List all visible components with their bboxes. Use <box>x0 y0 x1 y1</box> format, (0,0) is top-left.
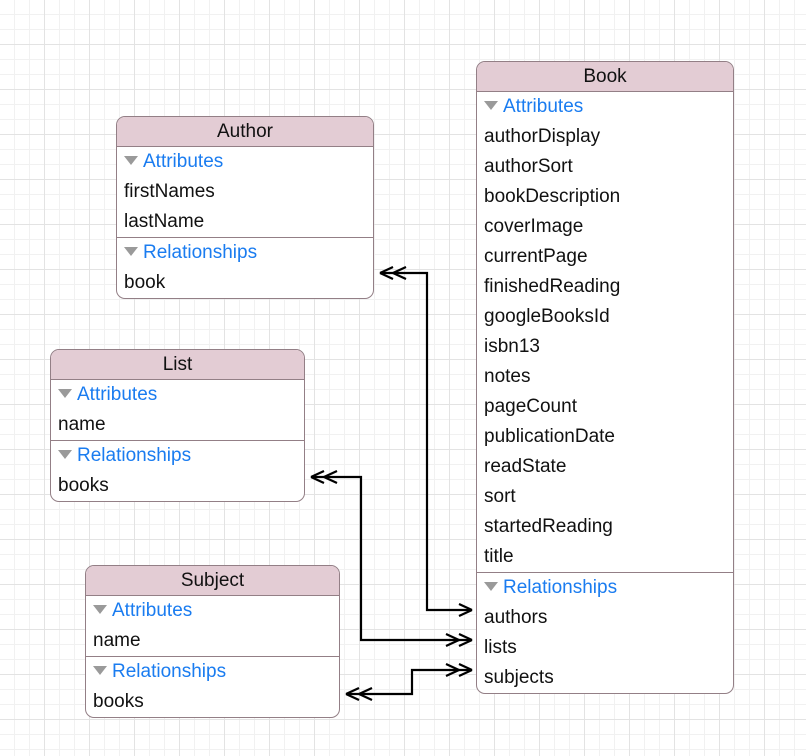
entity-list-section-relationships: Relationships books <box>51 440 304 501</box>
section-header-attributes[interactable]: Attributes <box>51 380 304 410</box>
field-row[interactable]: startedReading <box>477 512 733 542</box>
section-label: Attributes <box>503 96 584 117</box>
section-header-attributes[interactable]: Attributes <box>117 147 373 177</box>
field-row[interactable]: book <box>117 268 373 298</box>
section-header-relationships[interactable]: Relationships <box>477 573 733 603</box>
entity-book-section-relationships: Relationships authors lists subjects <box>477 572 733 693</box>
entity-author-section-attributes: Attributes firstNames lastName <box>117 147 373 237</box>
entity-book-title[interactable]: Book <box>477 62 733 92</box>
triangle-down-icon[interactable] <box>484 101 498 111</box>
field-row[interactable]: publicationDate <box>477 422 733 452</box>
entity-list[interactable]: List Attributes name Relationships books <box>50 349 305 502</box>
field-row[interactable]: name <box>86 626 339 656</box>
entity-subject-section-relationships: Relationships books <box>86 656 339 717</box>
section-label: Attributes <box>112 600 193 621</box>
entity-subject-title[interactable]: Subject <box>86 566 339 596</box>
field-row[interactable]: authors <box>477 603 733 633</box>
model-editor-canvas[interactable]: Author Attributes firstNames lastName Re… <box>0 0 806 756</box>
section-header-attributes[interactable]: Attributes <box>86 596 339 626</box>
triangle-down-icon[interactable] <box>58 389 72 399</box>
section-header-relationships[interactable]: Relationships <box>51 441 304 471</box>
triangle-down-icon[interactable] <box>124 247 138 257</box>
field-row[interactable]: isbn13 <box>477 332 733 362</box>
entity-book-section-attributes: Attributes authorDisplay authorSort book… <box>477 92 733 572</box>
field-row[interactable]: lists <box>477 633 733 663</box>
field-row[interactable]: notes <box>477 362 733 392</box>
field-row[interactable]: coverImage <box>477 212 733 242</box>
entity-author[interactable]: Author Attributes firstNames lastName Re… <box>116 116 374 299</box>
field-row[interactable]: title <box>477 542 733 572</box>
section-label: Attributes <box>143 151 224 172</box>
triangle-down-icon[interactable] <box>58 450 72 460</box>
entity-list-title[interactable]: List <box>51 350 304 380</box>
section-header-relationships[interactable]: Relationships <box>117 238 373 268</box>
field-row[interactable]: name <box>51 410 304 440</box>
field-row[interactable]: finishedReading <box>477 272 733 302</box>
section-header-relationships[interactable]: Relationships <box>86 657 339 687</box>
field-row[interactable]: authorDisplay <box>477 122 733 152</box>
triangle-down-icon[interactable] <box>484 582 498 592</box>
field-row[interactable]: lastName <box>117 207 373 237</box>
section-label: Relationships <box>143 242 258 263</box>
section-header-attributes[interactable]: Attributes <box>477 92 733 122</box>
section-label: Relationships <box>503 577 618 598</box>
entity-book[interactable]: Book Attributes authorDisplay authorSort… <box>476 61 734 694</box>
connector-book-subjects[interactable] <box>345 663 473 701</box>
field-row[interactable]: pageCount <box>477 392 733 422</box>
entity-subject[interactable]: Subject Attributes name Relationships bo… <box>85 565 340 718</box>
connector-book-authors[interactable] <box>379 266 473 617</box>
field-row[interactable]: firstNames <box>117 177 373 207</box>
triangle-down-icon[interactable] <box>93 666 107 676</box>
section-label: Attributes <box>77 384 158 405</box>
field-row[interactable]: books <box>51 471 304 501</box>
entity-author-title[interactable]: Author <box>117 117 373 147</box>
section-label: Relationships <box>77 445 192 466</box>
field-row[interactable]: bookDescription <box>477 182 733 212</box>
field-row[interactable]: currentPage <box>477 242 733 272</box>
field-row[interactable]: authorSort <box>477 152 733 182</box>
field-row[interactable]: readState <box>477 452 733 482</box>
entity-author-section-relationships: Relationships book <box>117 237 373 298</box>
field-row[interactable]: sort <box>477 482 733 512</box>
entity-list-section-attributes: Attributes name <box>51 380 304 440</box>
section-label: Relationships <box>112 661 227 682</box>
triangle-down-icon[interactable] <box>93 605 107 615</box>
field-row[interactable]: books <box>86 687 339 717</box>
triangle-down-icon[interactable] <box>124 156 138 166</box>
field-row[interactable]: googleBooksId <box>477 302 733 332</box>
entity-subject-section-attributes: Attributes name <box>86 596 339 656</box>
field-row[interactable]: subjects <box>477 663 733 693</box>
